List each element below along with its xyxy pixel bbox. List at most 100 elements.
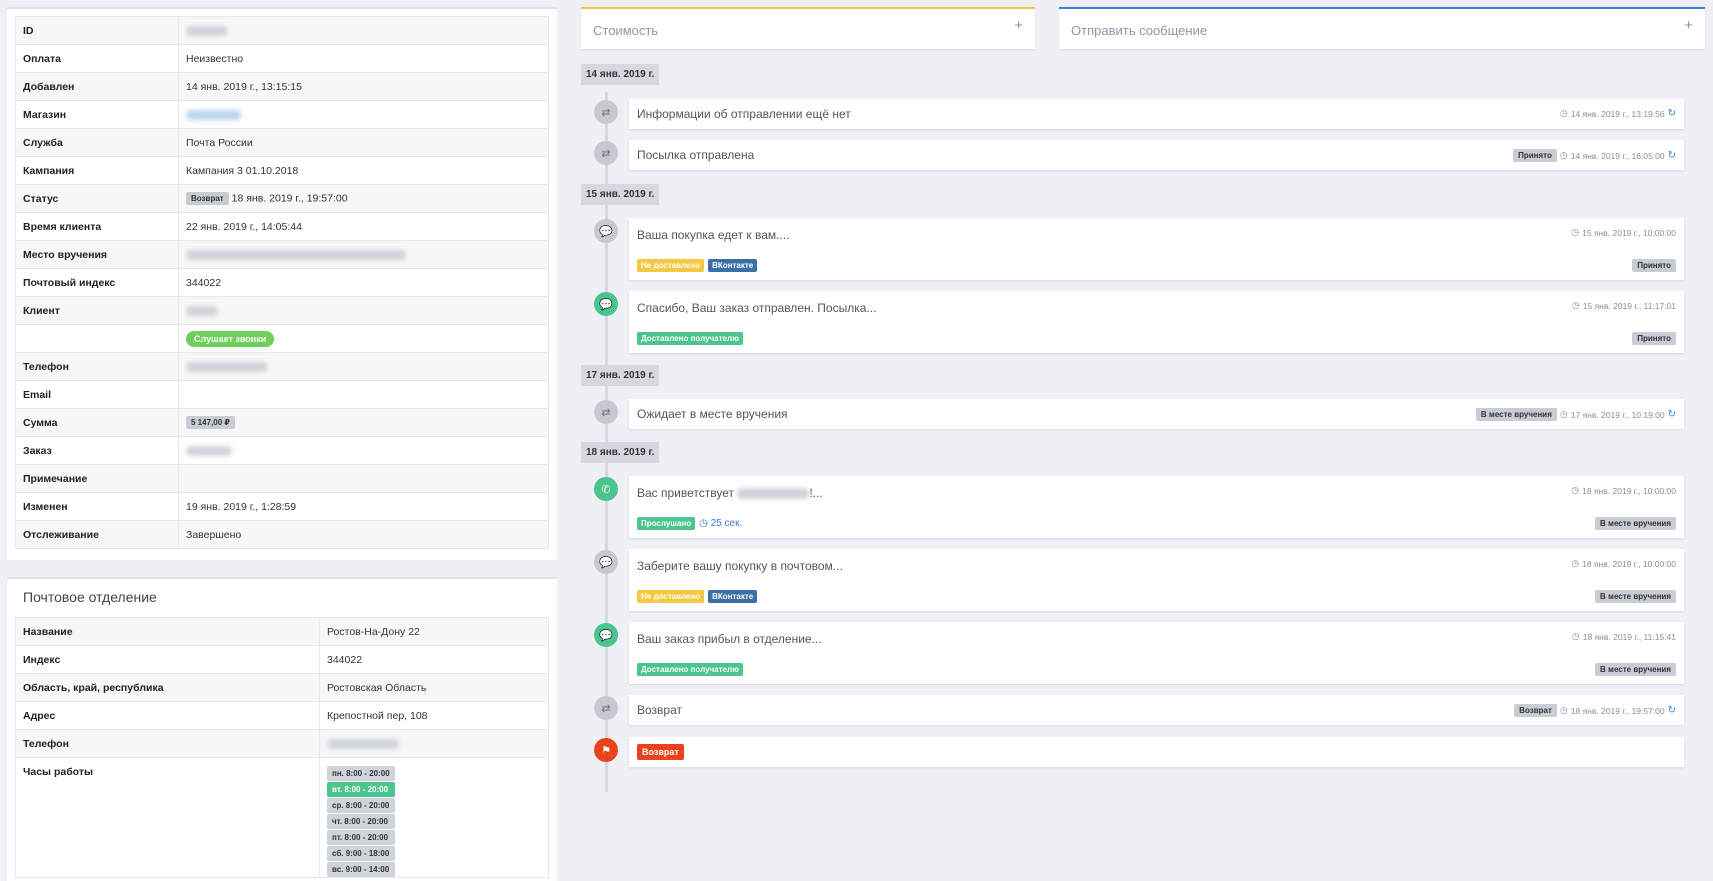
row-label: Область, край, республика	[15, 673, 320, 702]
call-duration-value: 25 сек.	[710, 518, 743, 529]
send-message-title: Отправить сообщение	[1071, 23, 1208, 38]
event-time: 15 янв. 2019 г., 10:00:00	[1582, 227, 1676, 238]
event-title: Ожидает в месте вручения	[637, 407, 788, 421]
refresh-icon[interactable]: ↻	[1668, 705, 1676, 716]
event-title: Ваш заказ прибыл в отделение...	[637, 632, 822, 646]
timeline-event: Возврат Возврат ◷ 18 янв. 2019 г., 19:57:0…	[629, 695, 1684, 725]
refresh-icon[interactable]: ↻	[1668, 108, 1676, 119]
clock-icon: ◷	[699, 518, 708, 529]
event-title: Посылка отправлена	[637, 148, 755, 162]
delivery-status-tag: Доставлено получателю	[637, 332, 743, 345]
row-label: Магазин	[15, 100, 179, 129]
timeline-event: Посылка отправлена Принято ◷ 14 янв. 2019 …	[629, 140, 1684, 170]
hours-item: вс. 9:00 - 14:00	[327, 862, 395, 877]
event-status-badge: В месте вручения	[1595, 517, 1676, 530]
shop-link[interactable]	[178, 100, 549, 129]
flag-icon: ⚑	[594, 738, 618, 762]
send-message-panel[interactable]: Отправить сообщение +	[1059, 7, 1705, 49]
office-row-phone: Телефон	[15, 729, 549, 758]
chat-icon: 💬	[594, 292, 618, 316]
status-time: 18 янв. 2019 г., 19:57:00	[231, 192, 348, 205]
order-details-table: ID Оплата Неизвестно Добавлен 14 янв. 2019…	[15, 16, 549, 549]
hours-item: сб. 9:00 - 18:00	[327, 846, 395, 861]
hours-item: ср. 8:00 - 20:00	[327, 798, 395, 813]
office-row-index: Индекс 344022	[15, 645, 549, 674]
clock-icon: ◷	[1571, 300, 1580, 310]
post-office-table: Название Ростов-На-Дону 22 Индекс 344022 О…	[15, 617, 549, 878]
status-badge: Возврат	[186, 192, 229, 205]
listens-calls-badge: Слушает звонки	[186, 330, 275, 347]
row-label: Изменен	[15, 492, 179, 521]
row-modified: Изменен 19 янв. 2019 г., 1:28:59	[15, 492, 549, 521]
event-title: Вас приветствует	[637, 486, 735, 500]
office-row-region: Область, край, республика Ростовская Обла…	[15, 673, 549, 702]
row-tracking: Отслеживание Завершено	[15, 520, 549, 549]
clock-icon: ◷	[1559, 705, 1568, 715]
chat-icon: 💬	[594, 550, 618, 574]
hours-item: пн. 8:00 - 20:00	[327, 766, 395, 781]
timeline-event: Информации об отправлении ещё нет ◷ 14 ян…	[629, 99, 1684, 129]
clock-icon: ◷	[1559, 409, 1568, 419]
row-value: Крепостной пер, 108	[319, 701, 549, 730]
office-row-hours: Часы работы пн. 8:00 - 20:00 вт. 8:00 - …	[15, 757, 549, 878]
row-note: Примечание	[15, 464, 549, 493]
call-duration[interactable]: ◷ 25 сек.	[699, 518, 742, 529]
expand-message-icon[interactable]: +	[1684, 17, 1693, 34]
date-chip: 15 янв. 2019 г.	[581, 184, 660, 205]
event-time: 18 янв. 2019 г., 10:00:00	[1582, 558, 1676, 569]
delivery-status-tag: Не доставлено	[637, 259, 705, 272]
row-label: Почтовый индекс	[15, 268, 179, 297]
order-number-value	[178, 436, 549, 465]
row-label: Время клиента	[15, 212, 179, 241]
row-label: Место вручения	[15, 240, 179, 269]
date-chip: 14 янв. 2019 г.	[581, 64, 660, 85]
order-id-value	[178, 16, 549, 45]
row-label: Индекс	[15, 645, 320, 674]
client-value	[178, 296, 549, 325]
transfer-icon: ⇄	[594, 141, 618, 165]
transfer-icon: ⇄	[594, 696, 618, 720]
hours-item: пт. 8:00 - 20:00	[327, 830, 395, 845]
row-value: 344022	[319, 645, 549, 674]
refresh-icon[interactable]: ↻	[1668, 150, 1676, 161]
row-phone: Телефон	[15, 352, 549, 381]
row-label: Часы работы	[15, 757, 320, 878]
clock-icon: ◷	[1571, 485, 1580, 495]
timeline-event: Вас приветствует !... ◷ 18 янв. 2019 г., …	[629, 476, 1684, 538]
row-sum: Сумма 5 147,00 ₽	[15, 408, 549, 437]
row-label: ID	[15, 16, 179, 45]
event-title: Спасибо, Ваш заказ отправлен. Посылка...	[637, 301, 877, 315]
row-label: Добавлен	[15, 72, 179, 101]
cost-panel[interactable]: Стоимость +	[581, 7, 1035, 49]
return-tag: Возврат	[637, 744, 684, 760]
row-shop: Магазин	[15, 100, 549, 129]
timeline-event: Ваш заказ прибыл в отделение... ◷ 18 янв.…	[629, 622, 1684, 684]
date-chip: 18 янв. 2019 г.	[581, 442, 660, 463]
row-label: Название	[15, 617, 320, 646]
event-time: 17 янв. 2019 г., 10:19:00	[1570, 409, 1665, 420]
row-value: 19 янв. 2019 г., 1:28:59	[178, 492, 549, 521]
clock-icon: ◷	[1571, 558, 1580, 568]
row-service: Служба Почта России	[15, 128, 549, 157]
delivery-status-tag: Доставлено получателю	[637, 663, 743, 676]
row-value	[178, 464, 549, 493]
row-value: Ростов-На-Дону 22	[319, 617, 549, 646]
event-time: 18 янв. 2019 г., 10:00:00	[1582, 485, 1676, 496]
row-postal-code: Почтовый индекс 344022	[15, 268, 549, 297]
transfer-icon: ⇄	[594, 400, 618, 424]
expand-cost-icon[interactable]: +	[1014, 17, 1023, 34]
row-client-time: Время клиента 22 янв. 2019 г., 14:05:44	[15, 212, 549, 241]
delivery-place-value	[178, 240, 549, 269]
row-value: 14 янв. 2019 г., 13:15:15	[178, 72, 549, 101]
timeline-event: Спасибо, Ваш заказ отправлен. Посылка...…	[629, 291, 1684, 353]
refresh-icon[interactable]: ↻	[1668, 409, 1676, 420]
phone-value	[178, 352, 549, 381]
row-value: Кампания 3 01.10.2018	[178, 156, 549, 185]
event-title: Ваша покупка едет к вам....	[637, 228, 790, 242]
row-delivery-place: Место вручения	[15, 240, 549, 269]
clock-icon: ◷	[1559, 150, 1568, 160]
event-badge: Принято	[1513, 149, 1557, 162]
event-time: 18 янв. 2019 г., 11:15:41	[1582, 631, 1676, 642]
row-label	[15, 324, 179, 353]
row-value: 22 янв. 2019 г., 14:05:44	[178, 212, 549, 241]
